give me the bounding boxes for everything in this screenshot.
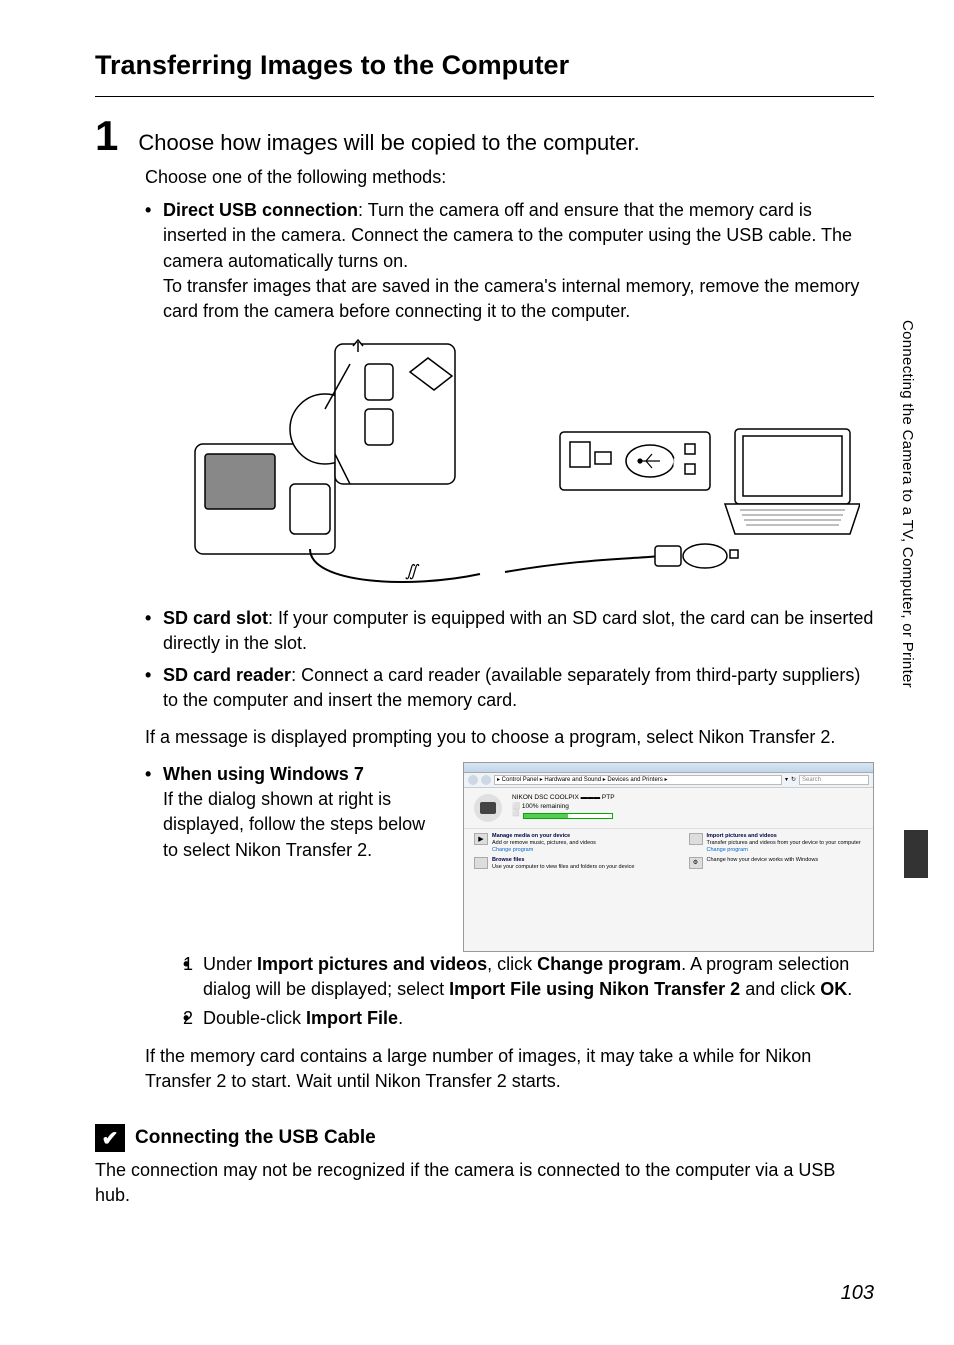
method-sdslot-text: : If your computer is equipped with an S…: [163, 608, 873, 653]
win7-screenshot: ▸ Control Panel ▸ Hardware and Sound ▸ D…: [463, 762, 874, 952]
method-sdreader-label: SD card reader: [163, 665, 291, 685]
changehow-sub: Change how your device works with Window…: [707, 857, 819, 864]
t: Import pictures and videos: [257, 954, 487, 974]
final-paragraph: If the memory card contains a large numb…: [145, 1044, 874, 1094]
diagram-svg: HDMI �ионн: [160, 334, 860, 594]
method-usb-label: Direct USB connection: [163, 200, 358, 220]
win7-item: When using Windows 7 If the dialog shown…: [145, 762, 874, 1032]
connection-diagram: HDMI �ионн: [145, 334, 874, 594]
method-usb-text2: To transfer images that are saved in the…: [163, 274, 874, 324]
breadcrumb: ▸ Control Panel ▸ Hardware and Sound ▸ D…: [494, 775, 782, 785]
t: , click: [487, 954, 537, 974]
step-title: Choose how images will be copied to the …: [138, 130, 639, 156]
browse-title: Browse files: [492, 857, 634, 864]
t: .: [398, 1008, 403, 1028]
svg-text:∬: ∬: [405, 563, 420, 580]
method-sdslot: SD card slot: If your computer is equipp…: [145, 606, 874, 656]
manage-title: Manage media on your device: [492, 833, 596, 840]
import-link: Change program: [707, 847, 861, 854]
import-sub: Transfer pictures and videos from your d…: [707, 840, 861, 847]
t: Change program: [537, 954, 681, 974]
win7-text: If the dialog shown at right is displaye…: [163, 787, 443, 863]
step-number: 1: [95, 115, 118, 157]
t: and click: [740, 979, 820, 999]
page-number: 103: [841, 1282, 874, 1305]
num-1: 1: [183, 952, 193, 977]
win7-heading: When using Windows 7: [163, 762, 443, 787]
method-sdslot-label: SD card slot: [163, 608, 268, 628]
win7-step-2: 2 Double-click Import File.: [183, 1006, 874, 1031]
win7-steps: 1 Under Import pictures and videos, clic…: [183, 952, 874, 1032]
gear-icon: ⚙: [689, 857, 703, 869]
step-intro: Choose one of the following methods:: [145, 165, 874, 190]
folder-icon: [474, 857, 488, 869]
t: Import File: [306, 1008, 398, 1028]
method-usb: Direct USB connection: Turn the camera o…: [145, 198, 874, 324]
search-input: Search: [799, 775, 869, 785]
check-icon: ✔: [95, 1124, 125, 1152]
manage-sub: Add or remove music, pictures, and video…: [492, 840, 596, 847]
t: Import File using Nikon Transfer 2: [449, 979, 740, 999]
import-title: Import pictures and videos: [707, 833, 861, 840]
device-remaining: ⬜ 100% remaining: [512, 803, 615, 811]
note-body: The connection may not be recognized if …: [95, 1158, 874, 1208]
note-title: Connecting the USB Cable: [135, 1127, 376, 1149]
nav-fwd-icon: [481, 775, 491, 785]
manage-link: Change program: [492, 847, 596, 854]
t: .: [847, 979, 852, 999]
side-section-label: Connecting the Camera to a TV, Computer,…: [899, 320, 916, 688]
play-icon: ▶: [474, 833, 488, 845]
method-list-2: SD card slot: If your computer is equipp…: [145, 606, 874, 713]
camera-icon: [474, 794, 502, 822]
num-2: 2: [183, 1006, 193, 1031]
method-list: Direct USB connection: Turn the camera o…: [145, 198, 874, 324]
message-paragraph: If a message is displayed prompting you …: [145, 725, 874, 750]
win7-bullet-list: When using Windows 7 If the dialog shown…: [145, 762, 874, 1032]
nav-back-icon: [468, 775, 478, 785]
device-name: NIKON DSC COOLPIX ▬▬▬ PTP: [512, 794, 615, 802]
win7-step-1: 1 Under Import pictures and videos, clic…: [183, 952, 874, 1002]
t: Under: [203, 954, 257, 974]
browse-sub: Use your computer to view files and fold…: [492, 864, 634, 871]
method-sdreader: SD card reader: Connect a card reader (a…: [145, 663, 874, 713]
side-tab-marker: [904, 830, 928, 878]
picture-icon: [689, 833, 703, 845]
t: Double-click: [203, 1008, 306, 1028]
t: OK: [820, 979, 847, 999]
page-heading: Transferring Images to the Computer: [95, 50, 874, 97]
